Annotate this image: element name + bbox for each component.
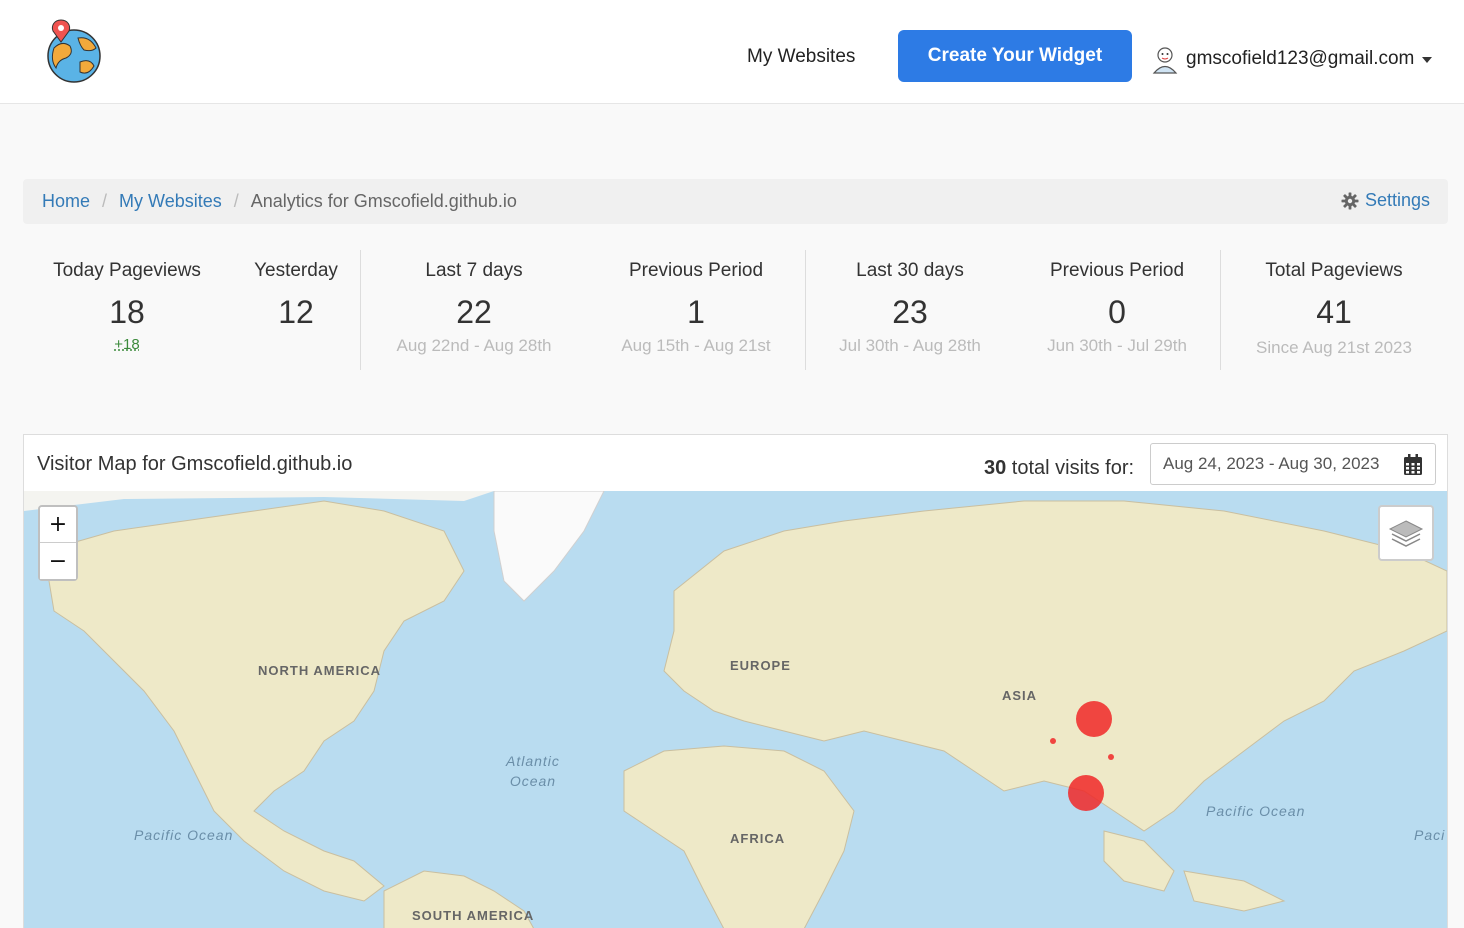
total-visits-label: 30 total visits for: <box>984 457 1134 480</box>
map-label-south-america: SOUTH AMERICA <box>412 908 535 923</box>
visitor-map-panel: Visitor Map for Gmscofield.github.io 30 … <box>23 434 1448 928</box>
user-avatar-icon <box>1150 44 1180 74</box>
breadcrumb-home-link[interactable]: Home <box>42 191 90 212</box>
total-visits-count: 30 <box>984 457 1007 479</box>
visitor-marker[interactable] <box>1068 775 1104 811</box>
stat-range: Aug 15th - Aug 21st <box>621 336 771 355</box>
stat-total-pageviews: Total Pageviews 41 Since Aug 21st 2023 <box>1244 260 1424 358</box>
world-map[interactable]: + − NORTH AMERICA EUROPE ASIA AFRICA SOU… <box>24 491 1447 928</box>
gear-icon <box>1341 192 1359 209</box>
stat-range: Jun 30th - Jul 29th <box>1047 336 1187 355</box>
map-label-pacific-right: Pacific Ocean <box>1206 803 1306 819</box>
nav-my-websites-link[interactable]: My Websites <box>747 46 855 68</box>
stat-value: 23 <box>892 294 928 330</box>
stat-divider <box>1220 250 1221 370</box>
map-label-atlantic-line2: Ocean <box>509 773 557 789</box>
stat-label: Yesterday <box>254 260 338 281</box>
stat-label: Last 30 days <box>856 260 964 281</box>
map-label-africa: AFRICA <box>730 831 786 846</box>
stat-previous-period-7: Previous Period 1 Aug 15th - Aug 21st <box>606 260 786 356</box>
stat-value: 1 <box>687 294 705 330</box>
stat-label: Previous Period <box>628 260 764 281</box>
create-widget-button[interactable]: Create Your Widget <box>898 30 1132 82</box>
map-label-atlantic: Atlantic Ocean <box>506 751 560 791</box>
logo-globe-icon[interactable] <box>44 18 104 84</box>
world-map-tiles <box>24 491 1447 928</box>
stat-last-7-days: Last 7 days 22 Aug 22nd - Aug 28th <box>384 260 564 356</box>
stat-label: Last 7 days <box>425 260 523 281</box>
map-label-europe: EUROPE <box>730 658 791 673</box>
visitor-marker[interactable] <box>1050 738 1056 744</box>
stat-divider <box>360 250 361 370</box>
visitor-marker[interactable] <box>1076 701 1112 737</box>
stat-yesterday: Yesterday 12 <box>236 260 356 330</box>
stat-range: Jul 30th - Aug 28th <box>839 336 981 355</box>
total-visits-suffix: total visits for: <box>1006 457 1135 479</box>
stat-since: Since Aug 21st 2023 <box>1256 338 1412 357</box>
stat-value: 18 <box>109 294 145 330</box>
settings-link[interactable]: Settings <box>1341 190 1430 211</box>
panel-title: Visitor Map for Gmscofield.github.io <box>37 453 353 475</box>
stat-divider <box>805 250 806 370</box>
map-label-atlantic-line1: Atlantic <box>506 753 560 769</box>
layers-control-button[interactable] <box>1378 505 1434 561</box>
map-label-pacific-edge: Paci <box>1414 827 1446 843</box>
stat-label: Total Pageviews <box>1265 260 1403 281</box>
date-range-picker[interactable] <box>1150 443 1436 485</box>
zoom-out-button[interactable]: − <box>40 543 76 579</box>
visitor-marker[interactable] <box>1108 754 1114 760</box>
stat-value: 22 <box>456 294 492 330</box>
stat-today-pageviews: Today Pageviews 18 +18 <box>47 260 207 353</box>
stat-value: 12 <box>278 294 314 330</box>
calendar-icon[interactable] <box>1403 454 1423 481</box>
stat-value: 41 <box>1316 294 1352 330</box>
map-label-asia: ASIA <box>1002 688 1038 703</box>
settings-label: Settings <box>1364 190 1430 210</box>
stat-range: Aug 22nd - Aug 28th <box>396 336 552 355</box>
breadcrumb: Home / My Websites / Analytics for Gmsco… <box>23 179 1448 224</box>
breadcrumb-current: Analytics for Gmscofield.github.io <box>250 191 517 211</box>
top-navbar: My Websites Create Your Widget gmscofiel… <box>0 0 1464 104</box>
user-menu-dropdown[interactable]: gmscofield123@gmail.com <box>1150 42 1433 76</box>
stat-delta: +18 <box>114 336 140 353</box>
layers-icon <box>1388 520 1424 547</box>
stat-last-30-days: Last 30 days 23 Jul 30th - Aug 28th <box>820 260 1000 356</box>
breadcrumb-separator: / <box>233 191 239 211</box>
breadcrumb-my-websites-link[interactable]: My Websites <box>119 191 222 212</box>
zoom-control: + − <box>38 505 78 581</box>
chevron-down-icon <box>1422 57 1433 63</box>
date-range-input[interactable] <box>1163 454 1385 474</box>
stat-previous-period-30: Previous Period 0 Jun 30th - Jul 29th <box>1027 260 1207 356</box>
zoom-in-button[interactable]: + <box>40 507 76 543</box>
stat-label: Today Pageviews <box>53 260 201 281</box>
stat-value: 0 <box>1108 294 1126 330</box>
map-label-pacific-left: Pacific Ocean <box>134 827 234 843</box>
stat-label: Previous Period <box>1049 260 1185 281</box>
breadcrumb-separator: / <box>102 191 108 211</box>
user-email: gmscofield123@gmail.com <box>1186 48 1415 69</box>
map-label-north-america: NORTH AMERICA <box>258 663 382 678</box>
